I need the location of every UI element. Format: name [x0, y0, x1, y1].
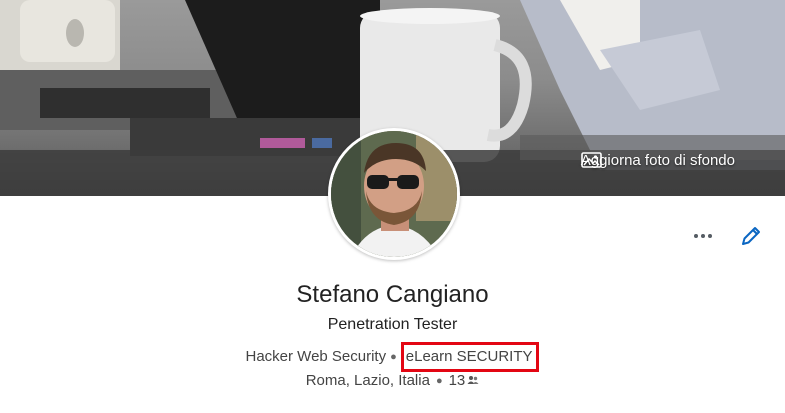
more-icon[interactable] [690, 225, 716, 247]
profile-headline: Penetration Tester [327, 316, 458, 333]
connections-link[interactable]: 13 [449, 370, 480, 392]
profile-photo[interactable] [328, 128, 460, 260]
company-link[interactable]: eLearn SECURITY [400, 342, 540, 372]
avatar [331, 131, 457, 257]
location-row: Roma, Lazio, Italia ● 13 [0, 370, 785, 392]
update-background-button[interactable]: Aggiorna foto di sfondo [581, 152, 745, 169]
people-icon [467, 370, 479, 392]
connections-count: 13 [448, 372, 466, 389]
update-background-label: Aggiorna foto di sfondo [580, 152, 735, 169]
employer-label: Hacker Web Security [245, 348, 387, 365]
location-label: Roma, Lazio, Italia [305, 372, 430, 389]
pencil-icon[interactable] [739, 224, 763, 248]
separator-dot: ● [390, 351, 397, 363]
profile-name: Stefano Cangiano [296, 281, 489, 308]
experience-row: Hacker Web Security ● eLearn SECURITY [0, 342, 785, 372]
separator-dot: ● [435, 375, 443, 387]
